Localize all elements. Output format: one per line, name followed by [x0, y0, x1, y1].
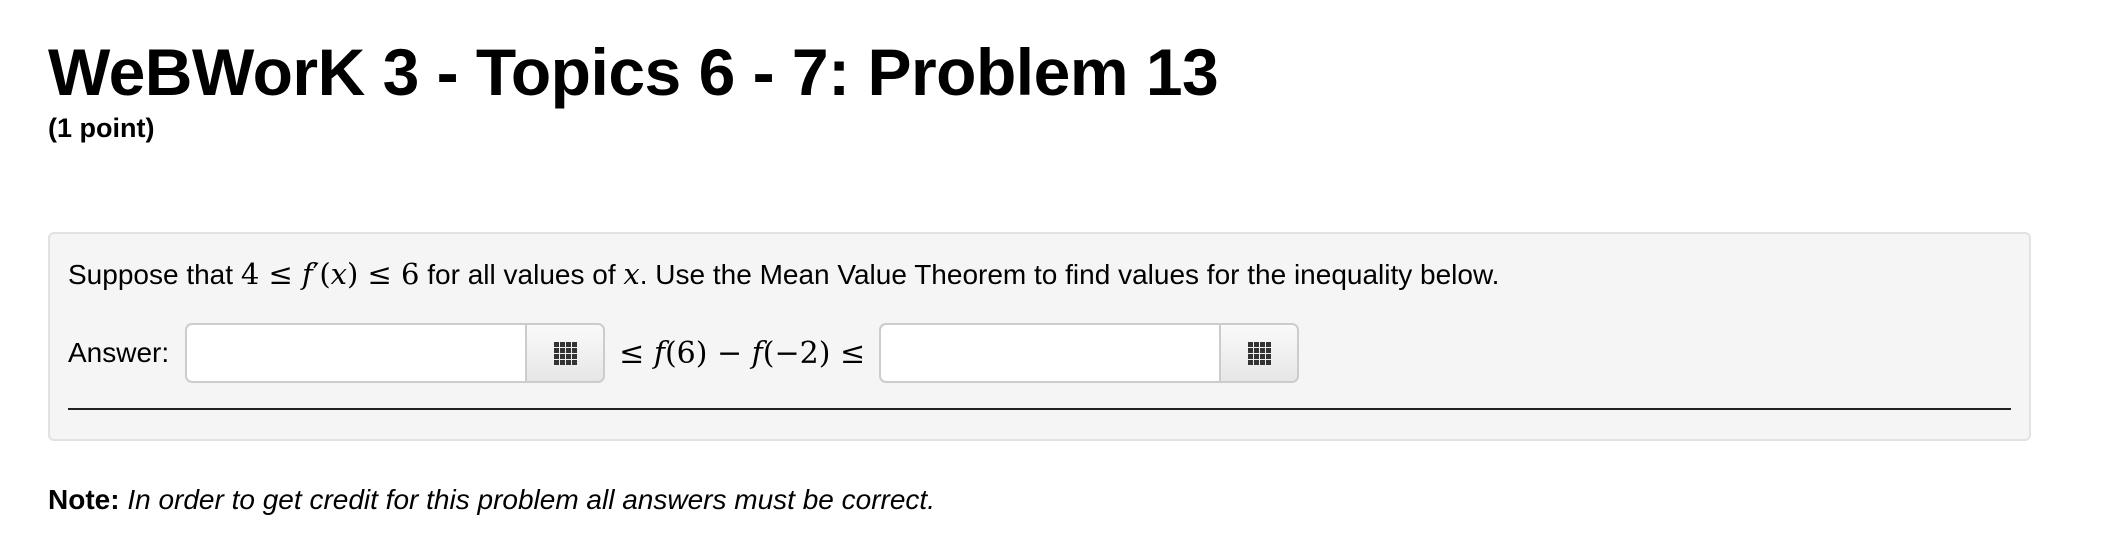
points-label: (1 point) — [48, 113, 155, 143]
lower-bound-input[interactable] — [185, 323, 526, 383]
answer-row: Answer: ≤ f(6) − f(−2) ≤ — [68, 322, 1300, 384]
note-label: Note: — [48, 484, 120, 515]
note: Note: In order to get credit for this pr… — [48, 480, 935, 520]
statement-suffix: . Use the Mean Value Theorem to find val… — [639, 259, 1500, 290]
grid-icon — [1247, 341, 1271, 365]
statement-middle: for all values of — [419, 259, 624, 290]
note-text: In order to get credit for this problem … — [127, 484, 935, 515]
answer-label: Answer: — [68, 337, 170, 368]
statement-prefix: Suppose that — [68, 259, 241, 290]
upper-bound-palette-button[interactable] — [1219, 323, 1300, 383]
statement-variable-math: x — [623, 257, 640, 291]
page-title: WeBWorK 3 - Topics 6 - 7: Problem 13 — [48, 35, 1219, 109]
difference-expression: ≤ f(6) − f(−2) ≤ — [619, 335, 866, 371]
problem-statement: Suppose that 4 ≤ f′(x) ≤ 6 for all value… — [68, 254, 1499, 295]
answer-group-lower — [185, 323, 606, 383]
answer-group-upper — [879, 323, 1300, 383]
statement-inequality-math: 4 ≤ f′(x) ≤ 6 — [240, 257, 420, 291]
lower-bound-palette-button[interactable] — [525, 323, 606, 383]
grid-icon — [553, 341, 577, 365]
problem-container: Suppose that 4 ≤ f′(x) ≤ 6 for all value… — [48, 232, 2031, 441]
upper-bound-input[interactable] — [879, 323, 1220, 383]
divider-line — [68, 408, 2011, 410]
